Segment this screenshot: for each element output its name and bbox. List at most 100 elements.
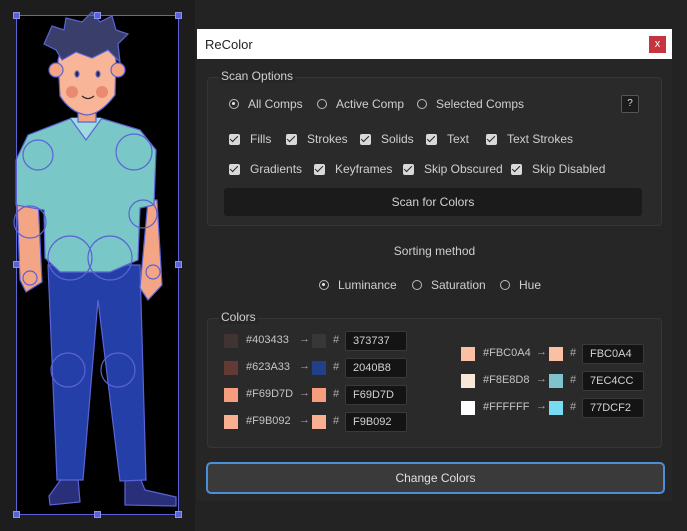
radio-dot: [417, 99, 427, 109]
composition-canvas[interactable]: [0, 0, 195, 531]
radio-label: Saturation: [431, 278, 486, 292]
source-color-swatch: [461, 347, 475, 361]
target-color-input[interactable]: 373737: [345, 331, 407, 351]
source-color-hex: #F69D7D: [246, 388, 294, 400]
radio-dot: [229, 99, 239, 109]
source-color-swatch: [461, 374, 475, 388]
recolor-panel: ReColor x Scan Options All Comps Active …: [197, 29, 672, 501]
checkbox-skip-disabled[interactable]: Skip Disabled: [511, 162, 605, 176]
target-color-swatch[interactable]: [312, 334, 326, 348]
checkbox-fills[interactable]: Fills: [229, 132, 271, 146]
checkbox-box: [486, 133, 497, 145]
scan-for-colors-button[interactable]: Scan for Colors: [224, 188, 642, 216]
arrow-icon: →: [536, 400, 547, 412]
checkbox-skip-obscured[interactable]: Skip Obscured: [403, 162, 503, 176]
resize-handle-bottom-right[interactable]: [175, 511, 182, 518]
resize-handle-right[interactable]: [175, 261, 182, 268]
resize-handle-top-left[interactable]: [13, 12, 20, 19]
selection-outline: [16, 15, 179, 515]
target-color-input[interactable]: 7EC4CC: [582, 371, 644, 391]
close-button[interactable]: x: [649, 36, 666, 53]
change-colors-button[interactable]: Change Colors: [206, 462, 665, 494]
source-color-swatch: [224, 388, 238, 402]
radio-dot: [319, 280, 329, 290]
target-color-input[interactable]: F9B092: [345, 412, 407, 432]
target-color-swatch[interactable]: [312, 415, 326, 429]
color-mapping-row: #F8E8D8 → # 7EC4CC: [461, 371, 656, 391]
source-color-swatch: [461, 401, 475, 415]
hash-label: #: [570, 374, 577, 386]
radio-dot: [500, 280, 510, 290]
checkbox-label: Fills: [250, 132, 272, 146]
checkbox-text[interactable]: Text: [426, 132, 469, 146]
radio-active-comp[interactable]: Active Comp: [317, 97, 404, 111]
checkbox-box: [360, 133, 371, 145]
help-button[interactable]: ?: [621, 95, 639, 113]
hash-label: #: [570, 347, 577, 359]
checkbox-label: Gradients: [250, 162, 303, 176]
radio-luminance[interactable]: Luminance: [319, 278, 397, 292]
panel-titlebar: ReColor x: [197, 29, 672, 59]
checkbox-box: [314, 163, 325, 175]
checkbox-label: Keyframes: [335, 162, 393, 176]
arrow-icon: →: [299, 414, 310, 426]
source-color-hex: #623A33: [246, 361, 291, 373]
radio-selected-comps[interactable]: Selected Comps: [417, 97, 524, 111]
resize-handle-top-right[interactable]: [175, 12, 182, 19]
hash-label: #: [570, 401, 577, 413]
hash-label: #: [333, 415, 340, 427]
radio-hue[interactable]: Hue: [500, 278, 541, 292]
target-color-input[interactable]: 77DCF2: [582, 398, 644, 418]
checkbox-gradients[interactable]: Gradients: [229, 162, 302, 176]
target-color-swatch[interactable]: [549, 347, 563, 361]
source-color-hex: #403433: [246, 334, 289, 346]
color-mapping-row: #F9B092 → # F9B092: [224, 412, 419, 432]
arrow-icon: →: [536, 346, 547, 358]
target-color-input[interactable]: F69D7D: [345, 385, 407, 405]
arrow-icon: →: [299, 387, 310, 399]
target-color-swatch[interactable]: [549, 374, 563, 388]
colors-group: Colors #403433 → # 373737 #623A33 → # 20…: [207, 310, 662, 448]
radio-dot: [412, 280, 422, 290]
checkbox-text-strokes[interactable]: Text Strokes: [486, 132, 573, 146]
radio-label: Hue: [519, 278, 542, 292]
arrow-icon: →: [299, 333, 310, 345]
color-mapping-row: #FFFFFF → # 77DCF2: [461, 398, 656, 418]
hash-label: #: [333, 388, 340, 400]
checkbox-keyframes[interactable]: Keyframes: [314, 162, 392, 176]
target-color-input[interactable]: FBC0A4: [582, 344, 644, 364]
checkbox-label: Skip Obscured: [424, 162, 503, 176]
source-color-hex: #F8E8D8: [483, 374, 530, 386]
radio-label: Active Comp: [336, 97, 405, 111]
checkbox-label: Skip Disabled: [532, 162, 606, 176]
checkbox-box: [229, 163, 240, 175]
checkbox-box: [426, 133, 437, 145]
color-mapping-row: #623A33 → # 2040B8: [224, 358, 419, 378]
resize-handle-bottom-left[interactable]: [13, 511, 20, 518]
checkbox-strokes[interactable]: Strokes: [286, 132, 348, 146]
radio-label: Selected Comps: [436, 97, 525, 111]
color-mapping-row: #F69D7D → # F69D7D: [224, 385, 419, 405]
source-color-hex: #FFFFFF: [483, 401, 530, 413]
panel-title: ReColor: [205, 37, 253, 52]
arrow-icon: →: [536, 373, 547, 385]
resize-handle-bottom[interactable]: [94, 511, 101, 518]
source-color-swatch: [224, 361, 238, 375]
target-color-swatch[interactable]: [312, 388, 326, 402]
radio-label: All Comps: [248, 97, 303, 111]
radio-all-comps[interactable]: All Comps: [229, 97, 303, 111]
target-color-input[interactable]: 2040B8: [345, 358, 407, 378]
sorting-method-label: Sorting method: [393, 244, 476, 258]
target-color-swatch[interactable]: [312, 361, 326, 375]
checkbox-box: [286, 133, 297, 145]
checkbox-box: [403, 163, 414, 175]
radio-saturation[interactable]: Saturation: [412, 278, 486, 292]
source-color-swatch: [224, 334, 238, 348]
target-color-swatch[interactable]: [549, 401, 563, 415]
resize-handle-left[interactable]: [13, 261, 20, 268]
checkbox-label: Text: [447, 132, 470, 146]
checkbox-solids[interactable]: Solids: [360, 132, 414, 146]
resize-handle-top[interactable]: [94, 12, 101, 19]
source-color-hex: #FBC0A4: [483, 347, 531, 359]
checkbox-box: [511, 163, 522, 175]
